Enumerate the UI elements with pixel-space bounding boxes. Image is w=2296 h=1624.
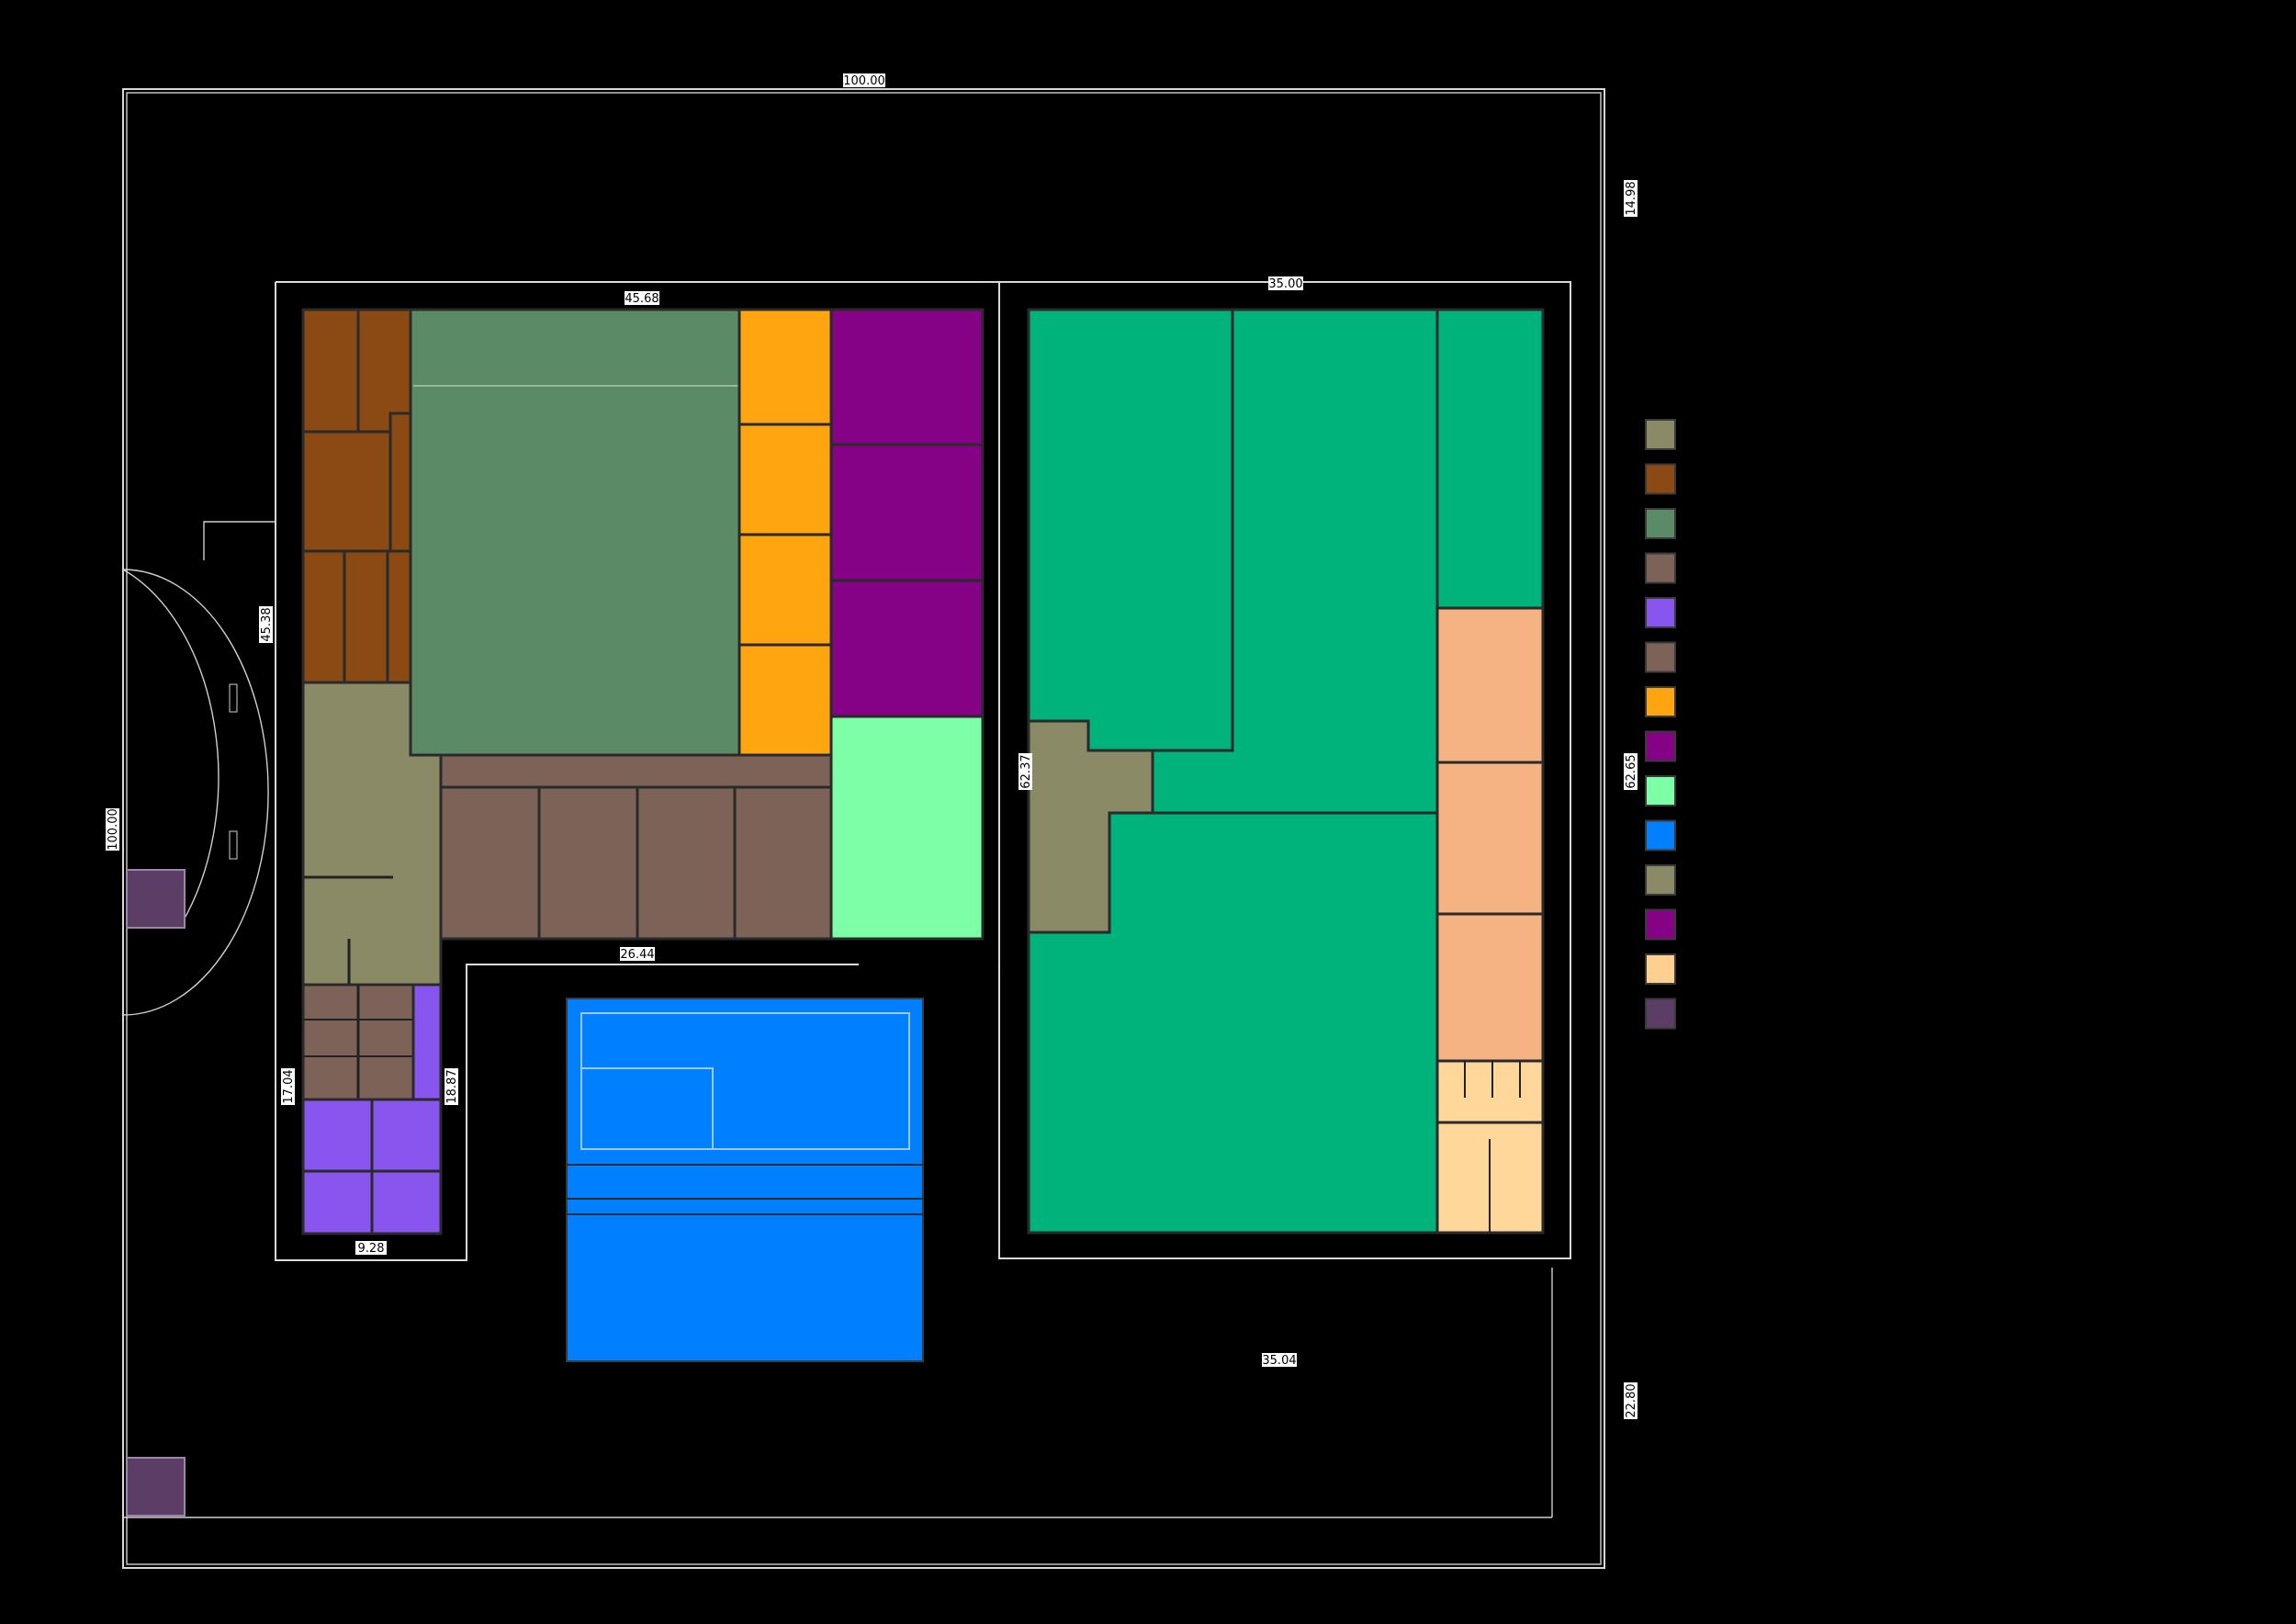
legend-swatch [1645,730,1676,762]
peach-room [1435,606,1545,764]
legend [1645,419,1676,1030]
classroom-corridor [439,753,833,789]
magenta-room [829,443,985,582]
entrance-bollard [229,830,238,860]
svg-text:35.00: 35.00 [1268,277,1302,291]
swimming-pool [566,998,924,1362]
admin-office [343,549,389,684]
dim-bottom-gap: 35.04 [1262,1353,1297,1368]
legend-swatch [1645,908,1676,941]
svg-text:100.00: 100.00 [843,74,885,88]
svg-text:26.44: 26.44 [620,948,654,962]
magenta-room [829,579,985,718]
legend-swatch [1645,998,1676,1030]
legend-swatch [1645,864,1676,896]
dim-top-setback: 14.98 [1624,180,1638,217]
peach-room [1435,761,1545,916]
dim-site-width: 100.00 [843,73,885,88]
admin-office [301,430,392,553]
dim-corridor-width: 26.44 [620,947,655,962]
legend-swatch [1645,597,1676,628]
legend-swatch [1645,508,1676,539]
dim-east-block-width: 35.00 [1268,276,1303,291]
svg-text:35.04: 35.04 [1262,1354,1296,1368]
svg-text:100.00: 100.00 [107,808,120,851]
guard-booth [126,869,186,929]
svg-text:62.37: 62.37 [1019,754,1033,788]
svg-text:17.04: 17.04 [282,1069,296,1103]
orange-room [737,423,833,536]
entrance-bollard [229,683,238,713]
legend-swatch [1645,419,1676,450]
svg-text:9.28: 9.28 [358,1242,385,1256]
dim-south-wing-right: 18.87 [445,1068,459,1105]
mint-room [829,715,985,941]
entrance-arc [122,569,269,1016]
classroom [636,785,737,941]
legend-swatch [1645,775,1676,806]
purple-room [370,1098,443,1173]
admin-office [301,549,346,684]
svg-text:45.68: 45.68 [625,292,658,306]
purple-room [370,1169,443,1235]
svg-text:62.65: 62.65 [1625,754,1638,788]
orange-room [737,533,833,647]
peach-room [1435,912,1545,1063]
entrance-canopy [203,521,276,560]
classroom [439,785,541,941]
multipurpose-hall [409,308,741,757]
dim-site-height-left: 100.00 [106,808,120,851]
svg-text:45.38: 45.38 [260,607,274,641]
orange-room [737,643,833,757]
legend-swatch [1645,686,1676,717]
dim-lobby: 62.37 [1019,753,1033,790]
dim-curve: 45.38 [259,606,274,643]
magenta-room [829,308,985,446]
svg-text:14.98: 14.98 [1625,181,1638,215]
locker-room [1435,1059,1545,1124]
dim-bottom-setback: 22.80 [1624,1382,1638,1419]
classroom [733,785,833,941]
sports-hall [1027,308,1234,752]
dim-south-wing-width: 9.28 [355,1241,387,1256]
guard-booth [126,1457,186,1517]
admin-office [386,549,412,684]
legend-swatch [1645,953,1676,985]
legend-swatch [1645,819,1676,851]
purple-room [301,1169,374,1235]
admin-corridor [388,412,412,553]
sports-hall [1435,308,1545,610]
legend-swatch [1645,463,1676,495]
dim-south-wing-left: 17.04 [281,1068,296,1105]
svg-text:22.80: 22.80 [1625,1383,1638,1417]
purple-room [301,1098,374,1173]
floor-plan: 100.00 100.00 14.98 22.80 45.68 35.00 62… [106,73,1676,1569]
legend-swatch [1645,552,1676,584]
purple-room [411,983,443,1101]
dim-east-block-height: 62.65 [1624,753,1638,790]
svg-text:18.87: 18.87 [445,1069,459,1103]
orange-room [737,308,833,426]
dim-west-block-width: 45.68 [625,291,659,306]
admin-office [301,308,360,434]
legend-swatch [1645,641,1676,673]
classroom [537,785,639,941]
